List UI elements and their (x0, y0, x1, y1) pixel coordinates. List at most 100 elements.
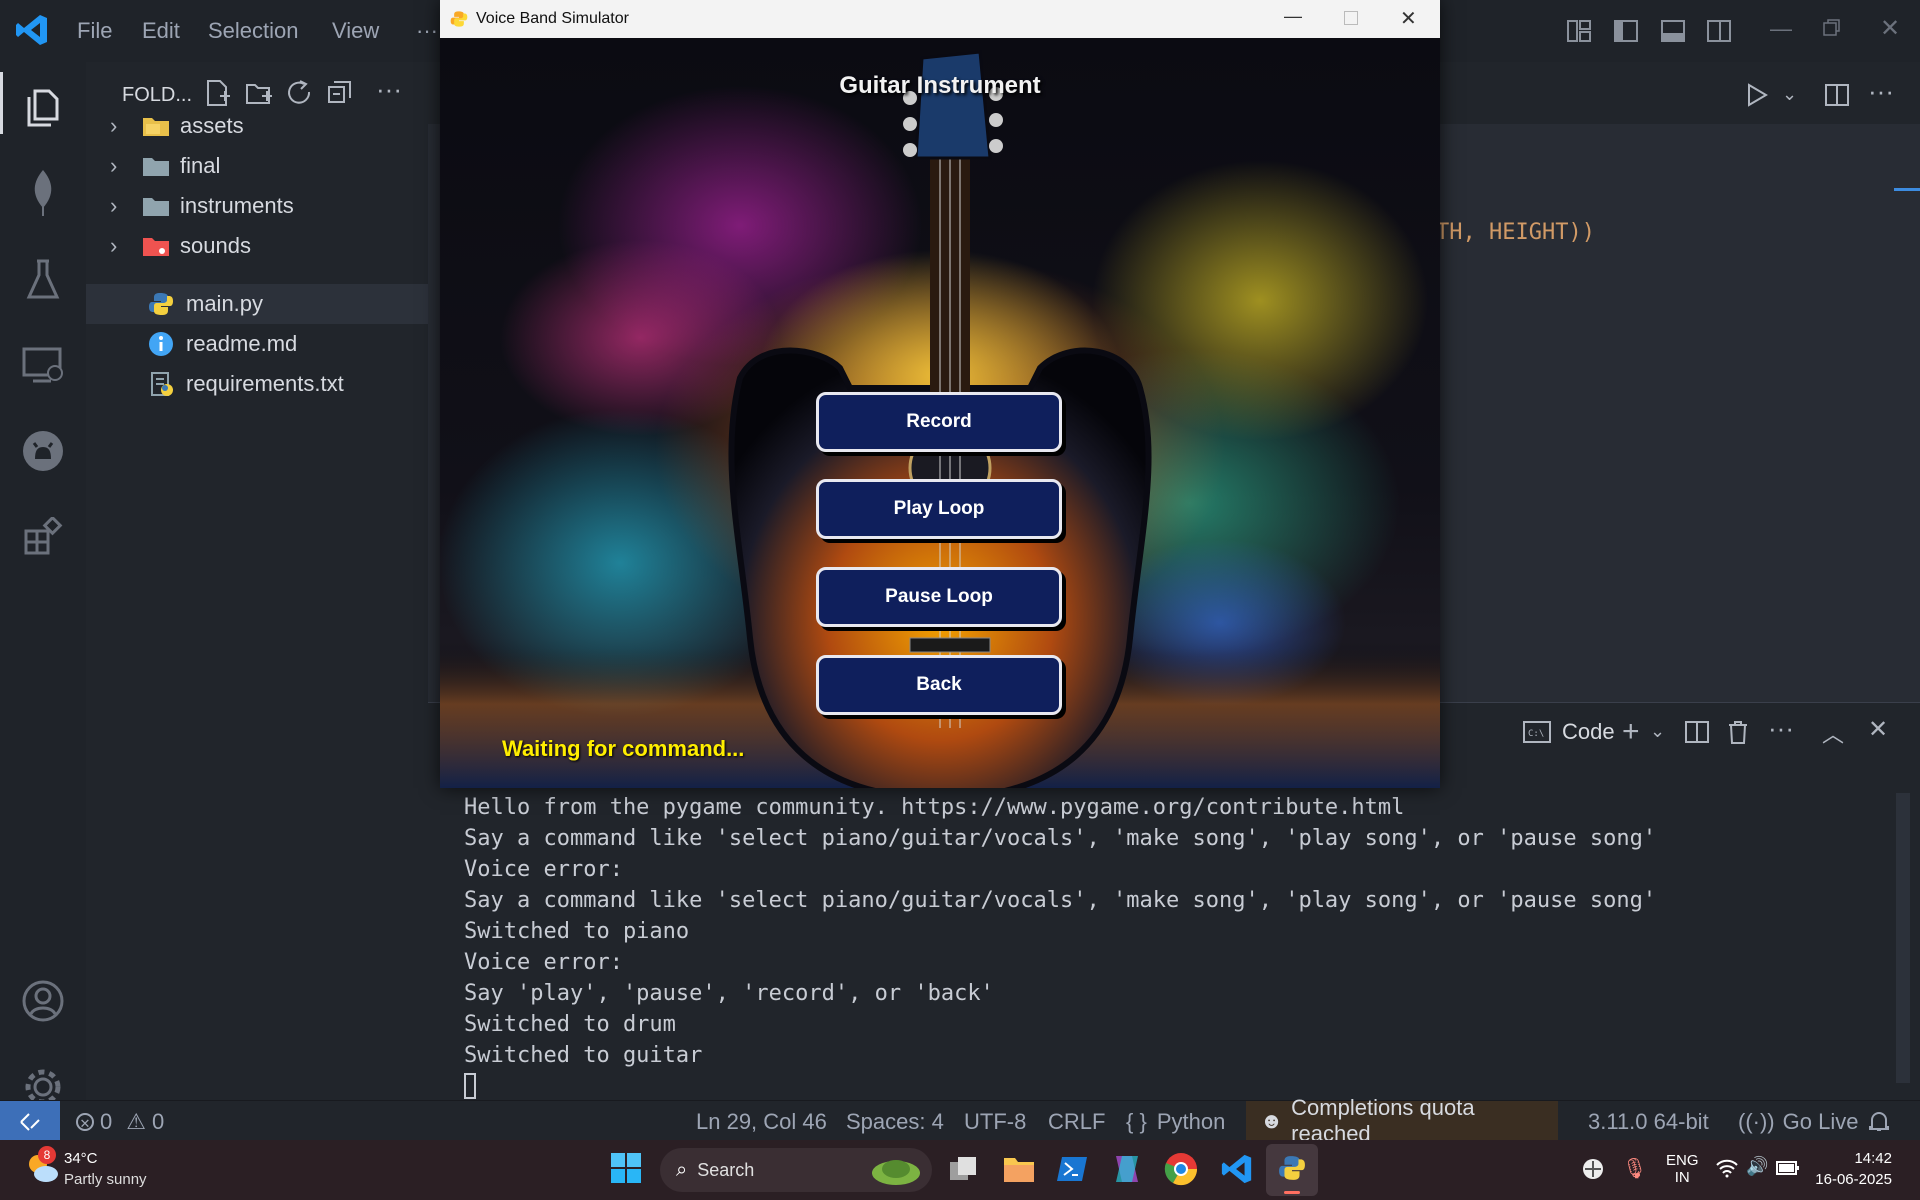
toggle-primary-sidebar-icon[interactable] (1613, 18, 1639, 49)
mongodb-leaf-icon[interactable] (0, 158, 86, 228)
file-explorer-icon[interactable] (1002, 1154, 1036, 1189)
remote-explorer-icon[interactable] (0, 330, 86, 400)
terminal-line: Hello from the pygame community. https:/… (464, 795, 1405, 820)
remote-indicator[interactable] (0, 1101, 60, 1141)
battery-icon[interactable] (1776, 1160, 1800, 1181)
sounds-folder-icon (143, 238, 169, 256)
security-icon[interactable] (1582, 1158, 1604, 1185)
menu-view[interactable]: View (332, 18, 379, 44)
taskbar-search[interactable]: ⌕ Search (660, 1148, 932, 1192)
minimap-cursor (1894, 188, 1920, 191)
toggle-panel-icon[interactable] (1660, 18, 1686, 49)
activity-bar (0, 62, 86, 1105)
tree-folder-instruments[interactable]: › instruments (86, 186, 428, 226)
copilot-status[interactable]: ☻ Completions quota reached (1246, 1095, 1558, 1146)
terminal-scrollbar[interactable] (1896, 793, 1910, 1083)
line-endings[interactable]: CRLF (1048, 1109, 1105, 1135)
accounts-icon[interactable] (0, 966, 86, 1036)
tree-folder-assets[interactable]: › assets (86, 106, 428, 146)
customize-layout-icon[interactable] (1566, 18, 1592, 49)
restore-icon[interactable] (1822, 18, 1842, 43)
region-label: IN (1674, 1169, 1690, 1186)
run-python-icon[interactable] (1744, 82, 1770, 113)
chevron-right-icon: › (110, 193, 118, 218)
minimize-icon[interactable]: — (1770, 16, 1792, 42)
split-editor-icon[interactable] (1824, 82, 1850, 113)
split-terminal-icon[interactable] (1684, 719, 1710, 750)
back-button[interactable]: Back (816, 655, 1062, 715)
task-view-icon[interactable] (948, 1154, 980, 1189)
weather-widget[interactable]: 8 (24, 1146, 60, 1191)
wifi-icon[interactable] (1716, 1158, 1738, 1183)
notifications-bell-icon[interactable] (1868, 1109, 1890, 1139)
menu-file[interactable]: File (77, 18, 112, 44)
terminal-dropdown-icon[interactable]: ⌄ (1650, 721, 1665, 742)
svg-text:C:\: C:\ (1528, 729, 1544, 739)
tree-file-requirements[interactable]: requirements.txt (86, 364, 428, 404)
play-loop-button[interactable]: Play Loop (816, 479, 1062, 539)
pygame-maximize-icon (1344, 11, 1358, 25)
terminal-line: Switched to guitar (464, 1043, 703, 1068)
error-count: 0 (100, 1109, 113, 1134)
braces-icon: { } (1126, 1109, 1147, 1134)
language-mode[interactable]: { } Python (1126, 1109, 1225, 1135)
problems-indicator[interactable]: ✕ 0 ⚠ 0 (76, 1109, 164, 1135)
pygame-window-title: Voice Band Simulator (476, 10, 629, 27)
run-dropdown-icon[interactable]: ⌄ (1782, 84, 1797, 105)
chrome-icon[interactable] (1164, 1152, 1198, 1191)
chevron-right-icon: › (110, 233, 118, 258)
close-window-icon[interactable]: ✕ (1880, 14, 1900, 43)
broadcast-icon: ((·)) (1738, 1109, 1775, 1134)
encoding[interactable]: UTF-8 (964, 1109, 1026, 1135)
pygame-window: Voice Band Simulator — ✕ Guitar Instrume… (440, 0, 1440, 788)
close-panel-icon[interactable]: ✕ (1868, 715, 1888, 744)
testing-flask-icon[interactable] (0, 244, 86, 314)
powershell-icon[interactable] (1056, 1154, 1088, 1189)
explorer-icon[interactable] (0, 72, 86, 142)
github-icon[interactable] (0, 416, 86, 486)
copilot-app-icon[interactable] (1110, 1152, 1144, 1191)
indentation[interactable]: Spaces: 4 (846, 1109, 944, 1135)
tree-folder-final[interactable]: › final (86, 146, 428, 186)
vscode-taskbar-icon[interactable] (1220, 1152, 1254, 1191)
python-interpreter[interactable]: 3.11.0 64-bit (1588, 1109, 1709, 1135)
terminal-cursor[interactable] (464, 1073, 476, 1099)
pygame-close-icon[interactable]: ✕ (1400, 6, 1417, 31)
pygame-canvas: Guitar Instrument Record Play Loop Pause… (440, 38, 1440, 788)
tree-label: readme.md (186, 331, 298, 356)
tree-file-main-py[interactable]: main.py (86, 284, 428, 324)
windows-taskbar: 8 34°C Partly sunny ⌕ Search 🎙 ENG IN 🔊 … (0, 1140, 1920, 1200)
code-line-fragment[interactable]: TH, HEIGHT)) (1436, 220, 1595, 245)
editor-more-icon[interactable]: ··· (1868, 76, 1894, 107)
go-live-button[interactable]: ((·)) Go Live (1738, 1109, 1858, 1135)
extensions-icon[interactable] (0, 502, 86, 572)
toggle-secondary-sidebar-icon[interactable] (1706, 18, 1732, 49)
search-icon: ⌕ (676, 1158, 688, 1181)
kill-terminal-trash-icon[interactable] (1726, 719, 1750, 750)
start-windows-icon[interactable] (610, 1152, 642, 1189)
terminal-shell-selector[interactable]: C:\ Code (1522, 719, 1615, 745)
volume-icon[interactable]: 🔊 (1746, 1156, 1768, 1177)
clock-date[interactable]: 16-06-2025 (1806, 1171, 1892, 1188)
tree-file-readme[interactable]: readme.md (86, 324, 428, 364)
more-actions-icon[interactable]: ··· (376, 74, 402, 105)
menu-edit[interactable]: Edit (142, 18, 180, 44)
tree-label: sounds (180, 233, 251, 258)
error-icon: ✕ (76, 1113, 94, 1131)
pygame-snake-icon (450, 11, 468, 27)
pygame-minimize-icon[interactable]: — (1284, 6, 1302, 27)
clock-time[interactable]: 14:42 (1822, 1150, 1892, 1167)
microphone-icon[interactable]: 🎙 (1622, 1156, 1647, 1181)
cursor-position[interactable]: Ln 29, Col 46 (696, 1109, 827, 1135)
copilot-icon: ☻ (1260, 1108, 1284, 1133)
language-indicator[interactable]: ENG IN (1666, 1152, 1699, 1186)
terminal-more-icon[interactable]: ··· (1768, 713, 1794, 744)
pause-loop-button[interactable]: Pause Loop (816, 567, 1062, 627)
tree-folder-sounds[interactable]: › sounds (86, 226, 428, 266)
new-terminal-icon[interactable]: + (1622, 715, 1640, 749)
menu-selection[interactable]: Selection (208, 18, 299, 44)
python-app-active[interactable] (1266, 1144, 1318, 1196)
menu-more[interactable]: ··· (416, 18, 438, 44)
maximize-panel-icon[interactable]: ︿ (1822, 717, 1844, 749)
record-button[interactable]: Record (816, 392, 1062, 452)
